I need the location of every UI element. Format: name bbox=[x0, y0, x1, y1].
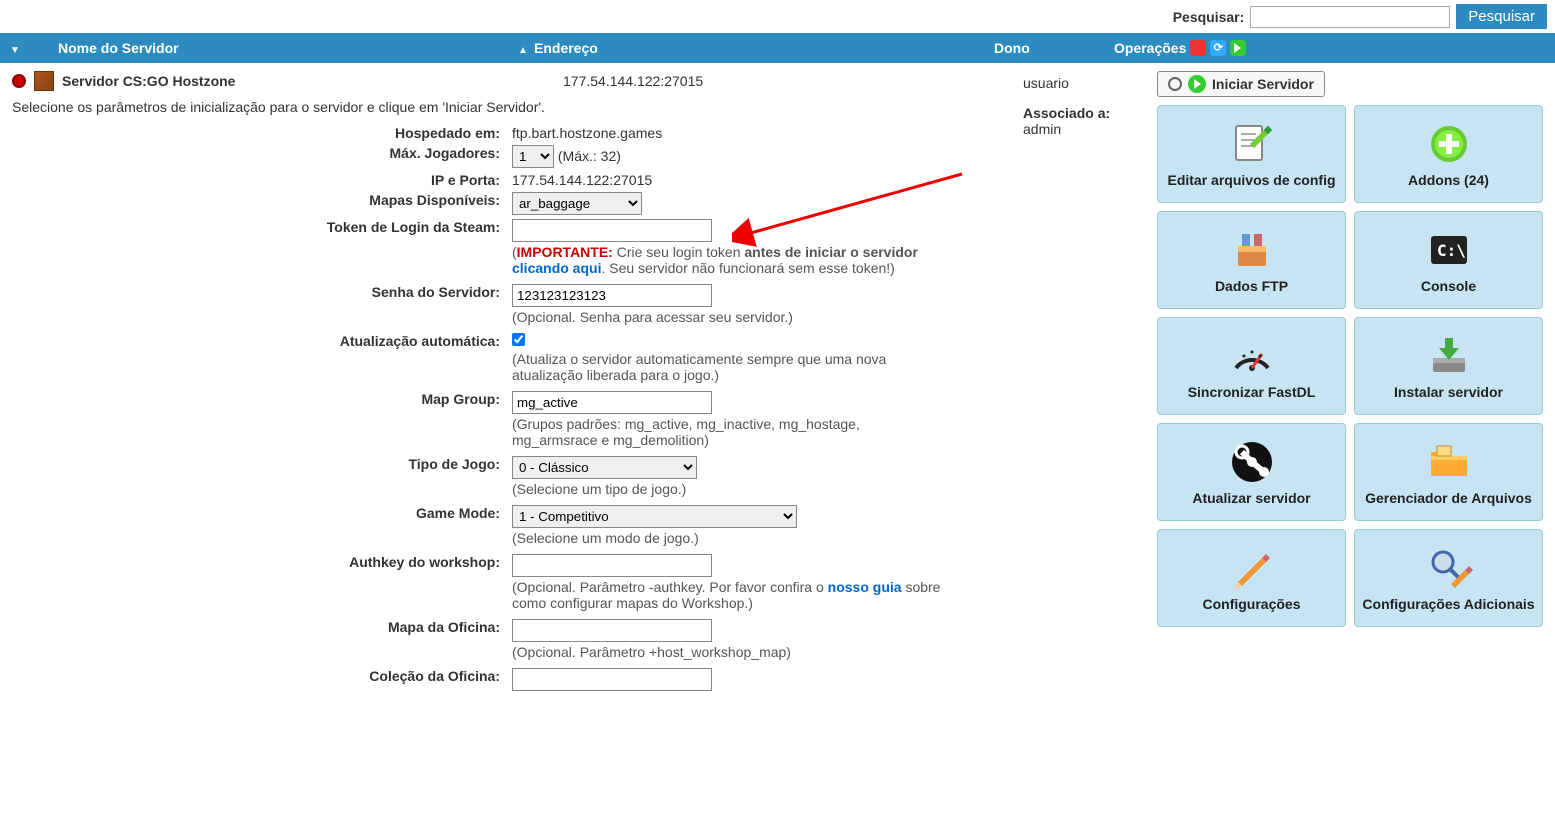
svg-text:C:\: C:\ bbox=[1437, 241, 1466, 260]
wscol-input[interactable] bbox=[512, 668, 712, 691]
header-name[interactable]: Nome do Servidor bbox=[50, 40, 510, 56]
start-server-button[interactable]: Iniciar Servidor bbox=[1157, 71, 1325, 97]
mapgroup-label: Map Group: bbox=[12, 391, 512, 448]
autoupdate-hint: (Atualiza o servidor automaticamente sem… bbox=[512, 351, 942, 383]
gametype-select[interactable]: 0 - Clássico bbox=[512, 456, 697, 479]
token-input[interactable] bbox=[512, 219, 712, 242]
stop-all-icon[interactable] bbox=[1190, 40, 1206, 56]
token-link[interactable]: clicando aqui bbox=[512, 260, 601, 276]
ipport-value: 177.54.144.122:27015 bbox=[512, 172, 1023, 188]
authkey-guide-link[interactable]: nosso guia bbox=[828, 579, 902, 595]
password-input[interactable] bbox=[512, 284, 712, 307]
gametype-hint: (Selecione um tipo de jogo.) bbox=[512, 481, 1023, 497]
mapgroup-hint: (Grupos padrões: mg_active, mg_inactive,… bbox=[512, 416, 942, 448]
gamemode-label: Game Mode: bbox=[12, 505, 512, 546]
token-warn: IMPORTANTE: bbox=[517, 244, 613, 260]
edit-config-button[interactable]: Editar arquivos de config bbox=[1157, 105, 1346, 203]
search-button[interactable]: Pesquisar bbox=[1456, 4, 1547, 29]
server-row: Servidor CS:GO Hostzone 177.54.144.122:2… bbox=[12, 71, 1023, 91]
wsmap-hint: (Opcional. Parâmetro +host_workshop_map) bbox=[512, 644, 1023, 660]
authkey-label: Authkey do workshop: bbox=[12, 554, 512, 611]
maxplayers-label: Máx. Jogadores: bbox=[12, 145, 512, 168]
server-owner: usuario bbox=[1023, 75, 1133, 91]
status-offline-icon bbox=[12, 74, 26, 88]
token-label: Token de Login da Steam: bbox=[12, 219, 512, 276]
server-addr: 177.54.144.122:27015 bbox=[563, 73, 1023, 89]
ipport-label: IP e Porta: bbox=[12, 172, 512, 188]
gamemode-hint: (Selecione um modo de jogo.) bbox=[512, 530, 1023, 546]
hosted-label: Hospedado em: bbox=[12, 125, 512, 141]
wsmap-input[interactable] bbox=[512, 619, 712, 642]
play-icon bbox=[1188, 75, 1206, 93]
start-all-icon[interactable] bbox=[1230, 40, 1246, 56]
header-addr[interactable]: Endereço bbox=[526, 40, 986, 56]
game-icon bbox=[34, 71, 54, 91]
authkey-input[interactable] bbox=[512, 554, 712, 577]
assoc-label: Associado a: bbox=[1023, 105, 1133, 121]
addons-button[interactable]: Addons (24) bbox=[1354, 105, 1543, 203]
assoc-value: admin bbox=[1023, 121, 1133, 137]
radio-icon bbox=[1168, 77, 1182, 91]
autoupdate-label: Atualização automática: bbox=[12, 333, 512, 383]
maxplayers-hint: (Máx.: 32) bbox=[558, 148, 621, 164]
config-extra-button[interactable]: Configurações Adicionais bbox=[1354, 529, 1543, 627]
search-input[interactable] bbox=[1250, 6, 1450, 28]
restart-all-icon[interactable]: ⟳ bbox=[1210, 40, 1226, 56]
gamemode-select[interactable]: 1 - Competitivo bbox=[512, 505, 797, 528]
fastdl-button[interactable]: Sincronizar FastDL bbox=[1157, 317, 1346, 415]
filemanager-button[interactable]: Gerenciador de Arquivos bbox=[1354, 423, 1543, 521]
gametype-label: Tipo de Jogo: bbox=[12, 456, 512, 497]
maps-select[interactable]: ar_baggage bbox=[512, 192, 642, 215]
console-button[interactable]: C:\ Console bbox=[1354, 211, 1543, 309]
maps-label: Mapas Disponíveis: bbox=[12, 192, 512, 215]
config-button[interactable]: Configurações bbox=[1157, 529, 1346, 627]
install-button[interactable]: Instalar servidor bbox=[1354, 317, 1543, 415]
intro-text: Selecione os parâmetros de inicialização… bbox=[12, 99, 1023, 115]
mapgroup-input[interactable] bbox=[512, 391, 712, 414]
autoupdate-checkbox[interactable] bbox=[512, 333, 525, 346]
table-header: ▼ Nome do Servidor ▲ Endereço Dono Opera… bbox=[0, 33, 1555, 63]
search-label: Pesquisar: bbox=[1173, 9, 1245, 25]
header-owner[interactable]: Dono bbox=[986, 40, 1106, 56]
header-ops: Operações ⟳ bbox=[1106, 40, 1555, 56]
wsmap-label: Mapa da Oficina: bbox=[12, 619, 512, 660]
password-hint: (Opcional. Senha para acessar seu servid… bbox=[512, 309, 1023, 325]
wscol-label: Coleção da Oficina: bbox=[12, 668, 512, 691]
sort-down-icon[interactable]: ▼ bbox=[10, 45, 20, 56]
update-button[interactable]: Atualizar servidor bbox=[1157, 423, 1346, 521]
password-label: Senha do Servidor: bbox=[12, 284, 512, 325]
hosted-value: ftp.bart.hostzone.games bbox=[512, 125, 1023, 141]
server-name[interactable]: Servidor CS:GO Hostzone bbox=[62, 73, 235, 89]
ftp-button[interactable]: Dados FTP bbox=[1157, 211, 1346, 309]
maxplayers-select[interactable]: 1 bbox=[512, 145, 554, 168]
